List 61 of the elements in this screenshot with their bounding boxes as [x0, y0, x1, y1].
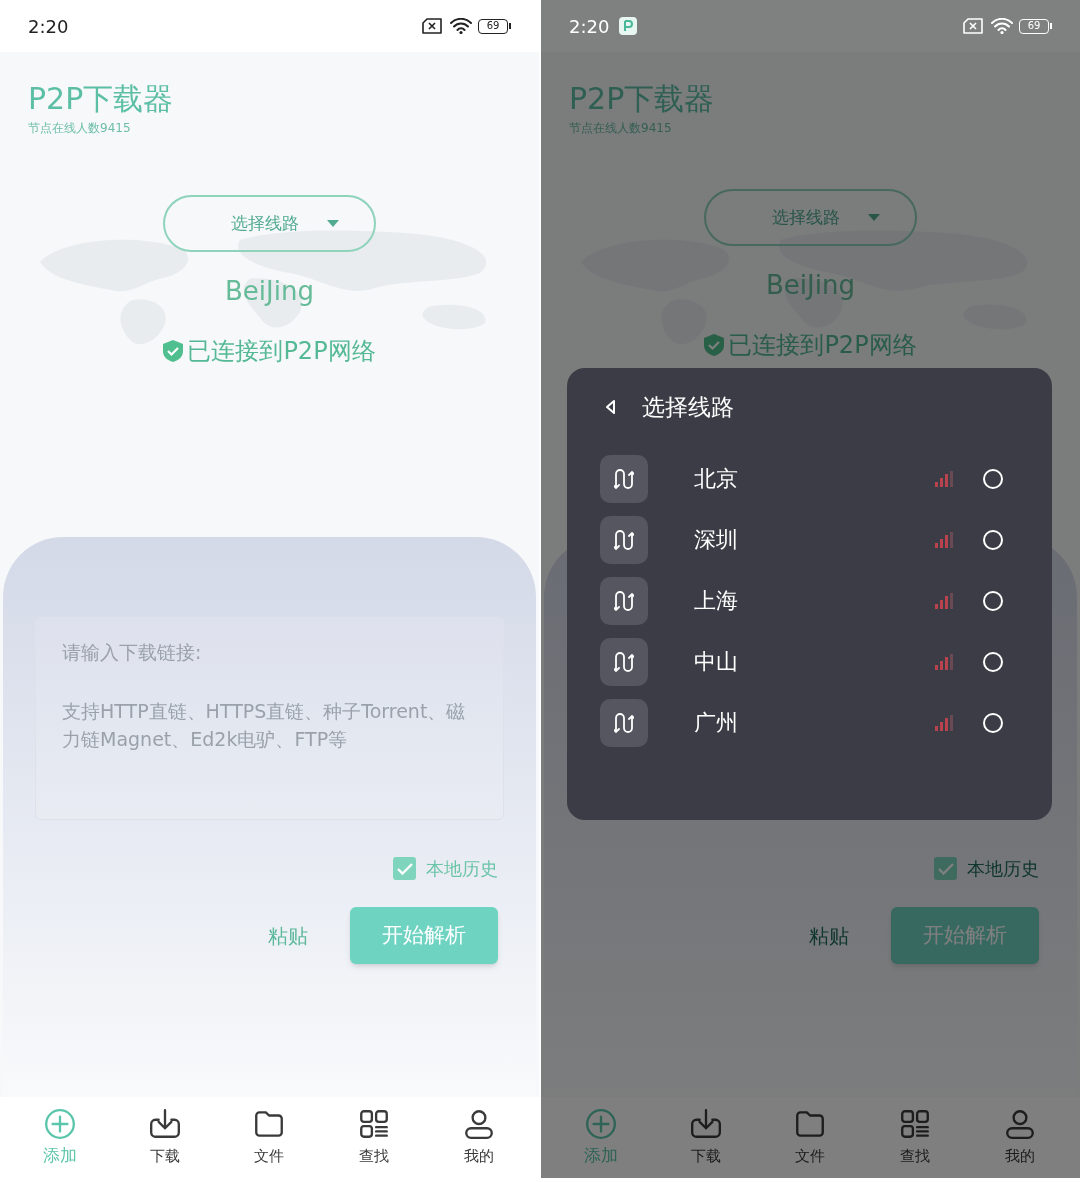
signal-bars-icon: [935, 653, 953, 670]
radio-button[interactable]: [983, 590, 1003, 611]
route-icon: [600, 515, 648, 564]
route-icon: [600, 637, 648, 686]
signal-bars-icon: [935, 470, 953, 487]
shield-check-icon: [704, 334, 725, 356]
add-circle-icon: [584, 1106, 619, 1141]
route-name[interactable]: 中山: [694, 645, 738, 678]
nav-tab[interactable]: 查找: [339, 1107, 410, 1168]
nav-tab[interactable]: 下载: [129, 1107, 200, 1168]
nav-tab[interactable]: 查找: [880, 1107, 951, 1168]
route-icon: [600, 576, 648, 625]
status-time: 2:20: [569, 14, 610, 39]
radio-button[interactable]: [983, 529, 1003, 550]
check-icon: [396, 862, 413, 875]
connection-status: 已连接到P2P网络: [187, 336, 376, 367]
add-circle-icon: [43, 1106, 78, 1141]
route-icon: [600, 698, 648, 747]
nav-tab[interactable]: 下载: [670, 1107, 741, 1168]
no-sim-icon: [422, 18, 442, 34]
check-icon: [937, 862, 954, 875]
wifi-icon: [991, 18, 1013, 34]
caret-icon: [326, 219, 339, 228]
route-name[interactable]: 深圳: [694, 523, 738, 556]
connection-status: 已连接到P2P网络: [728, 330, 917, 361]
status-time: 2:20: [28, 14, 69, 39]
no-sim-icon: [963, 18, 983, 34]
nav-tab[interactable]: 文件: [234, 1107, 305, 1168]
online-node-count: 节点在线人数9415: [28, 120, 132, 137]
location-label: BeiJing: [225, 275, 314, 308]
caret-icon: [867, 213, 880, 222]
route-name[interactable]: 广州: [694, 706, 738, 739]
wifi-icon: [450, 18, 472, 34]
battery-indicator: 69: [478, 18, 508, 34]
radio-button[interactable]: [983, 712, 1003, 733]
shield-check-icon: [163, 340, 184, 362]
history-label: 本地历史: [967, 857, 1039, 881]
app-title: P2P下载器: [28, 80, 175, 118]
signal-bars-icon: [935, 714, 953, 731]
online-node-count: 节点在线人数9415: [569, 120, 673, 137]
route-icon: [600, 454, 648, 503]
nav-tab[interactable]: 文件: [775, 1107, 846, 1168]
app-title: P2P下载器: [569, 80, 716, 118]
route-select-button[interactable]: 选择线路: [163, 195, 376, 252]
history-label: 本地历史: [426, 857, 498, 881]
signal-bars-icon: [935, 531, 953, 548]
route-name[interactable]: 上海: [694, 584, 738, 617]
route-name[interactable]: 北京: [694, 462, 738, 495]
radio-button[interactable]: [983, 468, 1003, 489]
dialog-title: 选择线路: [642, 393, 734, 422]
paste-button[interactable]: 粘贴: [807, 920, 851, 951]
history-checkbox[interactable]: [934, 857, 957, 880]
history-checkbox[interactable]: [393, 857, 416, 880]
input-label: 请输入下载链接:: [62, 640, 203, 665]
nav-tab[interactable]: 我的: [443, 1107, 514, 1168]
radio-button[interactable]: [983, 651, 1003, 672]
input-hint: 支持HTTP直链、HTTPS直链、种子Torrent、磁力链Magnet、Ed2k电驴、FTP等: [62, 698, 467, 752]
battery-indicator: 69: [1019, 18, 1049, 34]
location-label: BeiJing: [766, 269, 855, 302]
nav-tab[interactable]: 我的: [984, 1107, 1055, 1168]
signal-bars-icon: [935, 592, 953, 609]
